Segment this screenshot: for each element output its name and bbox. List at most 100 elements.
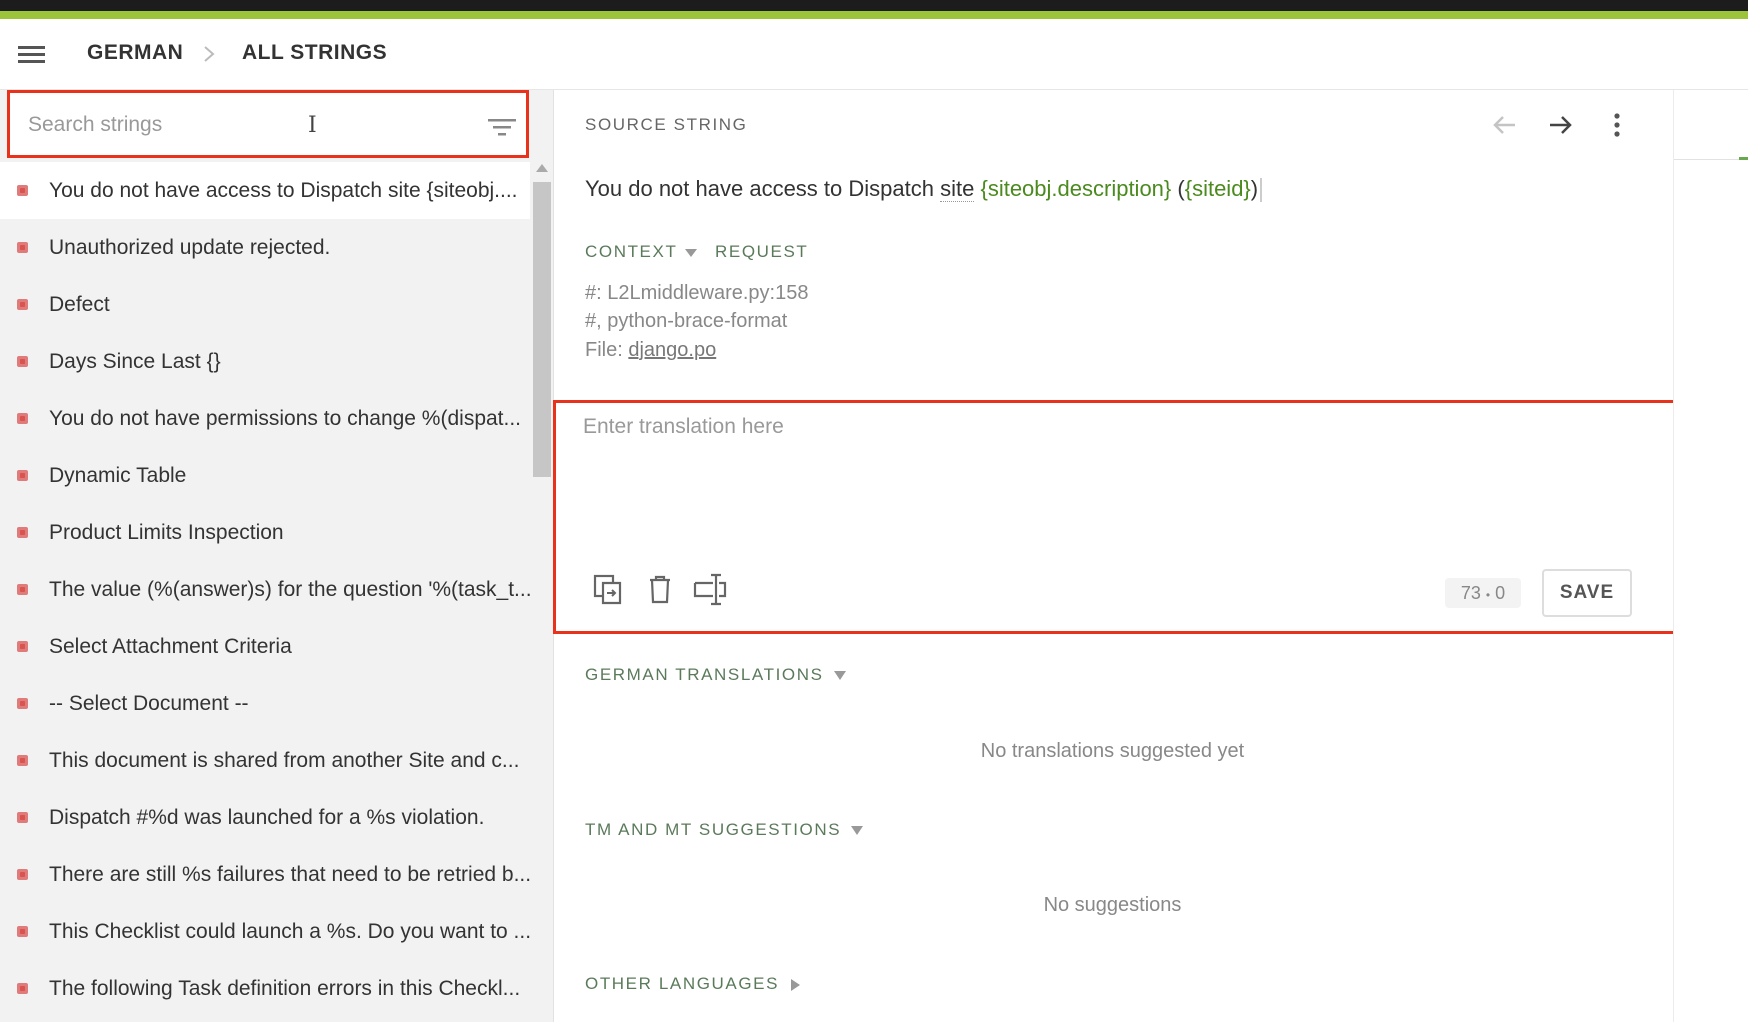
untranslated-status-icon [17,755,28,766]
string-list-item[interactable]: You do not have permissions to change %(… [0,390,530,447]
active-tab-indicator [1739,157,1748,160]
copy-source-icon[interactable] [590,571,626,607]
string-list-item-text: -- Select Document -- [49,691,249,715]
string-list-item[interactable]: This document is shared from another Sit… [0,732,530,789]
scrollbar-thumb[interactable] [533,182,551,477]
string-list-item-text: Unauthorized update rejected. [49,235,331,259]
translations-empty-message: No translations suggested yet [980,740,1245,762]
window-top-bar [0,0,1748,11]
tab-request[interactable]: REQUEST [715,242,808,262]
insert-placeholder-icon[interactable] [692,571,728,607]
untranslated-status-icon [17,983,28,994]
dropdown-arrow-icon [685,248,698,257]
hamburger-menu-icon[interactable] [18,43,50,67]
placeholder-siteobj-description[interactable]: {siteobj.description} [980,176,1171,201]
sidebar-scrollbar[interactable] [532,162,552,1022]
section-suggestions-label: TM AND MT SUGGESTIONS [585,820,842,839]
file-link[interactable]: django.po [628,339,716,361]
string-list-item[interactable]: -- Select Document -- [0,675,530,732]
string-list-item[interactable]: Defect [0,276,530,333]
string-list-item[interactable]: The following Task definition errors in … [0,960,530,1017]
string-list-item-text: Product Limits Inspection [49,520,284,544]
save-button[interactable]: SAVE [1542,569,1632,617]
string-list-item-text: Dispatch #%d was launched for a %s viola… [49,805,485,829]
string-list-item[interactable]: This Checklist could launch a %s. Do you… [0,903,532,960]
breadcrumb-language[interactable]: GERMAN [87,41,183,65]
search-input[interactable] [28,108,458,142]
divider [1674,159,1748,160]
editor-panel: SOURCE STRING You do not have access to … [553,90,1693,1022]
section-german-translations-label: GERMAN TRANSLATIONS [585,665,824,684]
untranslated-status-icon [17,641,28,652]
string-list-item-text: This document is shared from another Sit… [49,748,520,772]
section-german-translations[interactable]: GERMAN TRANSLATIONS [585,665,846,685]
string-list-item[interactable]: Unauthorized update rejected. [0,219,530,276]
string-list-item[interactable]: Dispatch #%d was launched for a %s viola… [0,789,530,846]
untranslated-status-icon [17,926,28,937]
string-list-item-text: There are still %s failures that need to… [49,862,532,886]
context-flags: #, python-brace-format [585,310,788,332]
counter-target: 0 [1495,583,1506,603]
string-list-item[interactable]: You do not have access to Dispatch site … [0,162,530,219]
untranslated-status-icon [17,812,28,823]
untranslated-status-icon [17,869,28,880]
placeholder-siteid[interactable]: {siteid} [1185,176,1251,201]
string-list-item-text: Days Since Last {} [49,349,221,373]
counter-source: 73 [1460,583,1481,603]
text-caret [1260,178,1263,203]
context-file: File: django.po [585,339,716,362]
trash-icon[interactable] [642,571,678,607]
string-list-item-text: The value (%(answer)s) for the question … [49,577,532,601]
tab-context-label: CONTEXT [585,242,678,261]
expand-arrow-icon [791,978,801,991]
string-list-item[interactable]: Days Since Last {} [0,333,530,390]
string-list-item-text: The following Task definition errors in … [49,976,521,1000]
source-string-label: SOURCE STRING [585,115,748,134]
chevron-right-icon [204,46,215,62]
string-list-item[interactable]: Product Limits Inspection [0,504,530,561]
scroll-up-arrow-icon[interactable] [536,164,548,172]
text-cursor-icon: I [308,113,317,138]
tab-context[interactable]: CONTEXT [585,242,698,262]
source-string-text: You do not have access to Dispatch site … [585,176,1263,203]
untranslated-status-icon [17,413,28,424]
string-list-item[interactable]: Select Attachment Criteria [0,618,530,675]
context-occurrence: #: L2Lmiddleware.py:158 [585,282,809,304]
source-text-plain: You do not have access to Dispatch [585,176,941,201]
section-other-languages-label: OTHER LANGUAGES [585,974,780,993]
string-list-item[interactable]: The value (%(answer)s) for the question … [0,561,532,618]
right-side-panel [1673,90,1748,1022]
breadcrumb-all-strings[interactable]: ALL STRINGS [242,41,387,65]
search-bar: I [7,90,529,158]
app-header: GERMAN ALL STRINGS [0,19,1748,90]
untranslated-status-icon [17,356,28,367]
untranslated-status-icon [17,698,28,709]
string-list-item-text: This Checklist could launch a %s. Do you… [49,919,532,943]
collapse-arrow-icon [833,671,846,681]
source-text-site: site [940,176,975,202]
filter-icon[interactable] [482,113,522,141]
string-list-item-text: You do not have access to Dispatch site … [49,178,518,202]
brand-accent-bar [0,11,1748,19]
section-tm-mt-suggestions[interactable]: TM AND MT SUGGESTIONS [585,820,864,840]
next-arrow-icon[interactable] [1545,110,1575,140]
previous-arrow-icon[interactable] [1490,110,1520,140]
untranslated-status-icon [17,527,28,538]
string-list-item-text: Defect [49,292,110,316]
string-list-item[interactable]: Dynamic Table [0,447,530,504]
string-list-item[interactable]: There are still %s failures that need to… [0,846,532,903]
translation-input[interactable] [583,415,1663,535]
section-other-languages[interactable]: OTHER LANGUAGES [585,974,801,994]
untranslated-status-icon [17,185,28,196]
translation-editor: 73 • 0 SAVE [553,400,1693,634]
string-list: You do not have access to Dispatch site … [0,162,532,1017]
untranslated-status-icon [17,584,28,595]
more-options-icon[interactable] [1602,110,1632,140]
string-list-item-text: Select Attachment Criteria [49,634,292,658]
untranslated-status-icon [17,242,28,253]
counter-separator: • [1485,588,1491,602]
suggestions-empty-message: No suggestions [1043,894,1182,916]
file-label: File: [585,339,629,361]
strings-sidebar: I You do not have access to Dispatch sit… [0,90,554,1022]
string-list-item-text: Dynamic Table [49,463,187,487]
